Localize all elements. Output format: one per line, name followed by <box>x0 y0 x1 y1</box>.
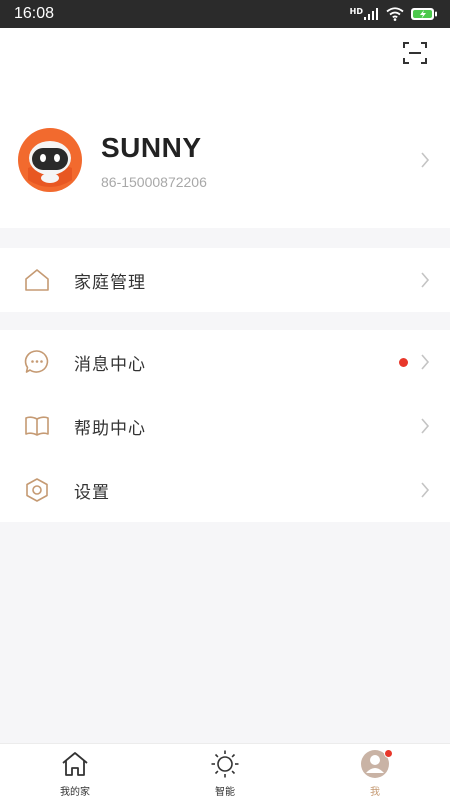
menu-item-settings[interactable]: 设置 <box>0 458 450 522</box>
user-name: SUNNY <box>101 132 202 163</box>
menu-item-family-management[interactable]: 家庭管理 <box>0 248 450 312</box>
chevron-right-icon <box>421 482 430 498</box>
chevron-right-icon <box>421 418 430 434</box>
scan-icon[interactable] <box>402 40 428 66</box>
notification-dot <box>384 749 393 758</box>
chevron-right-icon <box>421 152 430 168</box>
bottom-tab-bar: 我的家 智能 我 <box>0 743 450 800</box>
status-icons: HD <box>350 7 438 21</box>
menu-group-home: 家庭管理 <box>0 248 450 312</box>
menu-item-label: 家庭管理 <box>74 272 146 293</box>
avatar[interactable] <box>18 128 82 192</box>
tab-label: 我 <box>370 787 380 798</box>
status-time: 16:08 <box>14 5 55 22</box>
network-label: HD <box>349 7 363 16</box>
profile-section: SUNNY 86-15000872206 <box>0 28 450 228</box>
tab-label: 我的家 <box>60 787 90 798</box>
home-outline-icon <box>25 269 49 291</box>
battery-charging-icon <box>411 8 437 20</box>
sun-icon <box>211 750 239 778</box>
menu-group-main: 消息中心 帮助中心 设置 <box>0 330 450 522</box>
tab-my-home[interactable]: 我的家 <box>0 744 150 800</box>
menu-item-label: 设置 <box>74 482 110 503</box>
open-book-icon <box>25 416 49 436</box>
tab-label: 智能 <box>215 787 235 798</box>
hexagon-settings-icon <box>26 478 48 502</box>
signal-icon: HD <box>350 8 380 20</box>
menu-item-help-center[interactable]: 帮助中心 <box>0 394 450 458</box>
menu-item-label: 消息中心 <box>74 354 146 375</box>
tab-smart[interactable]: 智能 <box>150 744 300 800</box>
home-icon <box>62 752 88 776</box>
status-bar: 16:08 HD <box>0 0 450 28</box>
profile-row[interactable]: SUNNY 86-15000872206 <box>0 120 450 200</box>
notification-dot <box>399 358 408 367</box>
user-phone: 86-15000872206 <box>101 174 207 190</box>
chat-bubble-icon <box>24 350 49 373</box>
menu-item-message-center[interactable]: 消息中心 <box>0 330 450 394</box>
wifi-icon <box>386 7 404 21</box>
tab-me[interactable]: 我 <box>300 744 450 800</box>
chevron-right-icon <box>421 272 430 288</box>
menu-item-label: 帮助中心 <box>74 418 146 439</box>
chevron-right-icon <box>421 354 430 370</box>
